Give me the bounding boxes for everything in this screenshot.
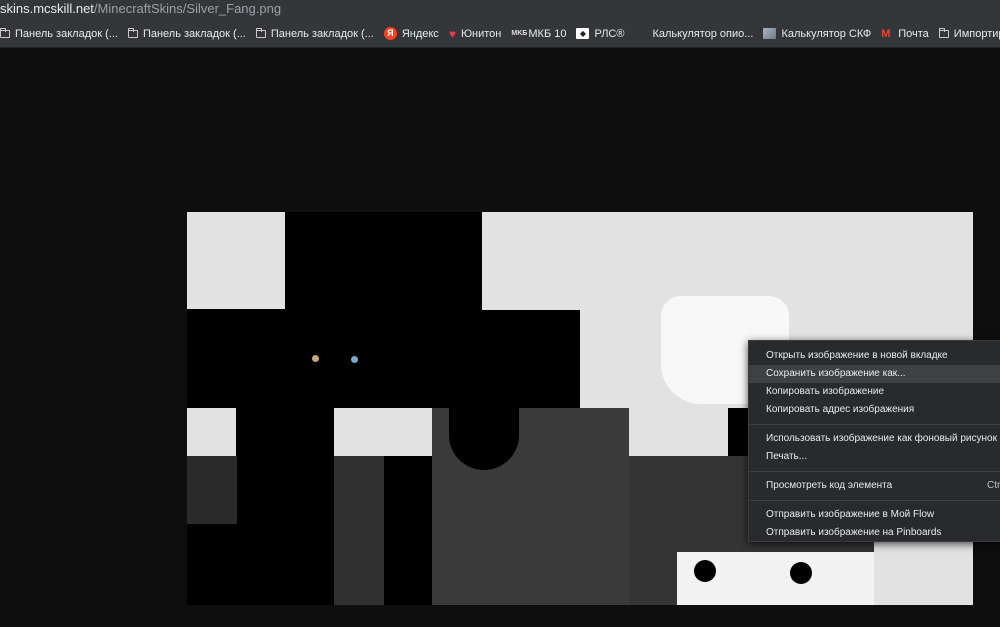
menu-copy-image-address[interactable]: Копировать адрес изображения <box>749 401 1000 419</box>
mkb-icon: MKБ <box>511 30 528 37</box>
yandex-icon: Я <box>383 27 397 40</box>
bookmarks-bar: Панель закладок (... Панель закладок (..… <box>0 20 1000 48</box>
image-icon <box>763 28 777 39</box>
menu-item-label: Отправить изображение в Мой Flow <box>766 509 935 520</box>
bookmark-folder-2[interactable]: Панель закладок (... <box>124 20 252 47</box>
menu-item-label: Копировать изображение <box>766 386 885 397</box>
bookmark-label: Почта <box>898 27 929 40</box>
menu-item-label: Копировать адрес изображения <box>766 404 915 415</box>
bookmark-imported[interactable]: Импортировано и... <box>935 20 1000 47</box>
menu-shortcut: Ctrl <box>987 480 1000 491</box>
bookmark-opioid-calc[interactable]: Калькулятор опио... <box>630 20 759 47</box>
bookmark-rls[interactable]: ◆ РЛС® <box>572 20 630 47</box>
menu-inspect-element[interactable]: Просмотреть код элемента Ctrl <box>749 477 1000 495</box>
bookmark-label: Панель закладок (... <box>142 27 246 40</box>
bookmark-label: Панель закладок (... <box>270 27 374 40</box>
rls-icon: ◆ <box>576 28 590 39</box>
menu-set-as-background[interactable]: Использовать изображение как фоновый рис… <box>749 430 1000 448</box>
heart-icon: ♥ <box>448 26 456 41</box>
menu-item-label: Сохранить изображение как... <box>766 368 906 379</box>
menu-copy-image[interactable]: Копировать изображение <box>749 383 1000 401</box>
menu-open-image-new-tab[interactable]: Открыть изображение в новой вкладке <box>749 347 1000 365</box>
skin-light-block <box>334 408 432 456</box>
bookmark-label: Юнитон <box>460 27 502 40</box>
bookmark-folder-1[interactable]: Панель закладок (... <box>0 20 124 47</box>
bookmark-label: Панель закладок (... <box>15 27 118 40</box>
menu-send-to-pinboards[interactable]: Отправить изображение на Pinboards <box>749 524 1000 542</box>
skin-eye <box>351 356 358 363</box>
folder-icon <box>255 27 266 38</box>
bookmark-folder-3[interactable]: Панель закладок (... <box>252 20 380 47</box>
bookmark-mail[interactable]: M Почта <box>877 20 935 47</box>
bookmark-label: РЛС® <box>594 27 625 40</box>
context-menu: Открыть изображение в новой вкладке Сохр… <box>748 340 1000 542</box>
bookmark-label: Импортировано и... <box>953 27 1000 40</box>
menu-item-label: Отправить изображение на Pinboards <box>766 527 942 538</box>
menu-save-image-as[interactable]: Сохранить изображение как... <box>749 365 1000 383</box>
skin-dark-sleeve <box>187 456 237 524</box>
bookmark-label: МКБ 10 <box>528 27 567 40</box>
folder-icon <box>0 27 10 38</box>
menu-item-label: Открыть изображение в новой вкладке <box>766 350 948 361</box>
skin-light-block <box>187 212 285 309</box>
skin-teeth-dot <box>694 560 716 582</box>
menu-item-label: Печать... <box>766 451 808 462</box>
bookmark-gfr-calc[interactable]: Калькулятор СКФ <box>759 20 877 47</box>
menu-separator <box>749 424 1000 425</box>
url-domain: skins.mcskill.net <box>0 1 94 16</box>
address-bar[interactable]: skins.mcskill.net/MinecraftSkins/Silver_… <box>0 0 1000 20</box>
menu-send-to-flow[interactable]: Отправить изображение в Мой Flow <box>749 506 1000 524</box>
skin-eye <box>312 355 319 362</box>
skin-light-block <box>187 408 236 456</box>
menu-separator <box>749 500 1000 501</box>
menu-item-label: Просмотреть код элемента <box>766 480 893 491</box>
folder-icon <box>938 27 949 38</box>
gmail-icon: M <box>881 27 891 40</box>
menu-print[interactable]: Печать... <box>749 448 1000 466</box>
bookmark-uniton[interactable]: ♥ Юнитон <box>445 20 508 47</box>
menu-separator <box>749 471 1000 472</box>
url-path: /MinecraftSkins/Silver_Fang.png <box>93 1 282 16</box>
skin-dark-leg <box>334 456 384 605</box>
bookmark-label: Яндекс <box>401 27 439 40</box>
skin-light-block <box>629 408 728 456</box>
bookmark-label: Калькулятор опио... <box>652 27 754 40</box>
skin-teeth-dot <box>790 562 812 584</box>
bookmark-label: Калькулятор СКФ <box>781 27 872 40</box>
bookmark-mkb10[interactable]: MKБ МКБ 10 <box>507 20 572 47</box>
folder-icon <box>127 27 138 38</box>
menu-item-label: Использовать изображение как фоновый рис… <box>766 433 997 444</box>
bookmark-yandex[interactable]: Я Яндекс <box>380 20 445 47</box>
